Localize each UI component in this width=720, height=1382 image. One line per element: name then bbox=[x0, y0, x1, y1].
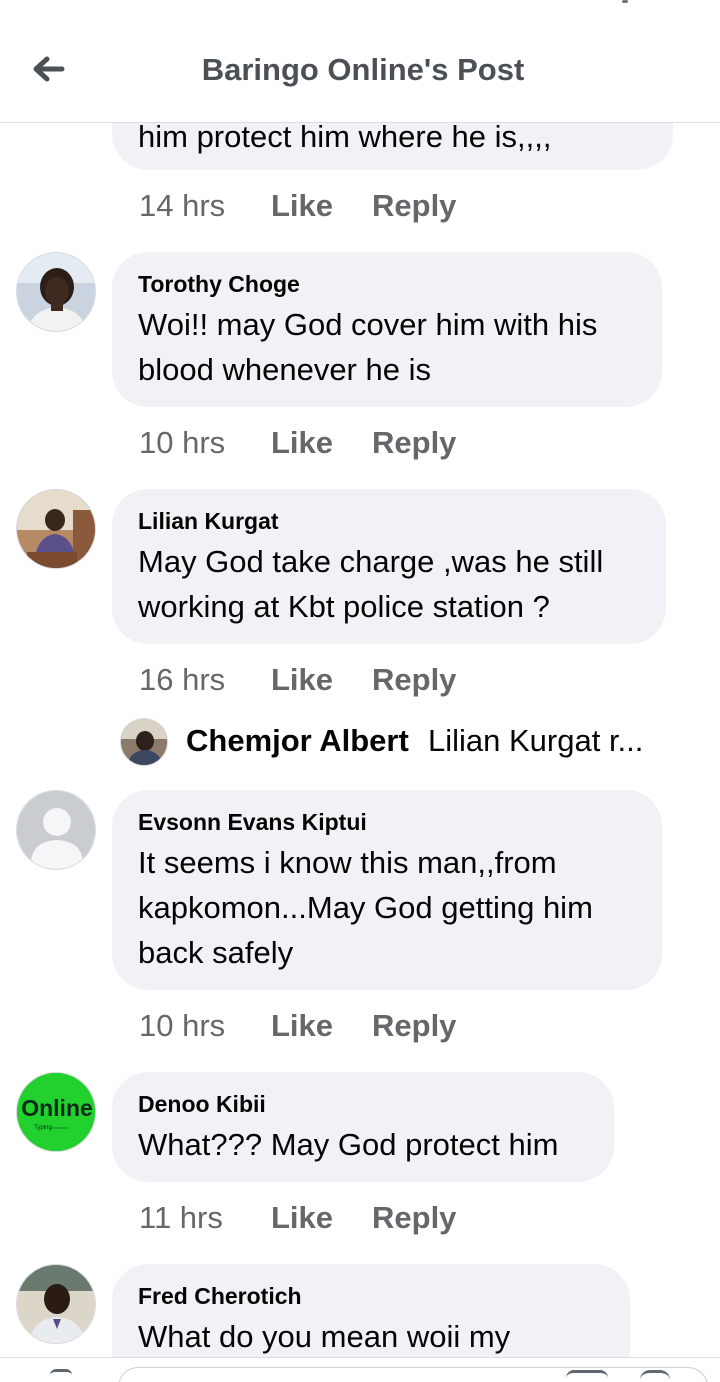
status-indicator bbox=[622, 0, 628, 3]
comment-time[interactable]: 11 hrs bbox=[139, 1198, 223, 1238]
comment-input[interactable] bbox=[118, 1367, 708, 1382]
avatar[interactable] bbox=[16, 489, 96, 569]
comment-text: What do you mean woii my bbox=[138, 1319, 511, 1354]
default-avatar-icon bbox=[17, 791, 95, 869]
avatar-photo-icon bbox=[17, 1265, 95, 1343]
comment-bubble[interactable]: Denoo Kibii What??? May God protect him bbox=[112, 1072, 614, 1182]
avatar-photo-icon bbox=[121, 719, 167, 765]
avatar-logo-text: Online bbox=[21, 1095, 93, 1121]
comment-time[interactable]: 10 hrs bbox=[139, 423, 225, 463]
avatar-photo-icon bbox=[17, 490, 95, 568]
comment-author[interactable]: Evsonn Evans Kiptui bbox=[138, 804, 636, 840]
comment-text: It seems i know this man,,from kapkomon.… bbox=[138, 845, 593, 970]
comment-bubble[interactable]: Torothy Choge Woi!! may God cover him wi… bbox=[112, 252, 662, 407]
comment-author[interactable]: Fred Cherotich bbox=[138, 1278, 604, 1314]
gif-icon[interactable] bbox=[566, 1370, 608, 1380]
reply-button[interactable]: Reply bbox=[372, 423, 456, 463]
avatar[interactable] bbox=[16, 252, 96, 332]
avatar-logo-subtext: Typing bbox=[34, 1125, 52, 1131]
avatar[interactable] bbox=[16, 1264, 96, 1344]
avatar[interactable] bbox=[16, 790, 96, 870]
avatar-photo-icon bbox=[17, 253, 95, 331]
comment-time[interactable]: 16 hrs bbox=[139, 660, 225, 700]
reply-button[interactable]: Reply bbox=[372, 186, 456, 226]
avatar[interactable] bbox=[120, 718, 168, 766]
comment-author[interactable]: Torothy Choge bbox=[138, 266, 636, 302]
page-title: Baringo Online's Post bbox=[201, 52, 525, 87]
reply-snippet: Lilian Kurgat r... bbox=[428, 723, 644, 758]
reply-preview[interactable]: Chemjor Albert Lilian Kurgat r... bbox=[120, 717, 680, 769]
like-button[interactable]: Like bbox=[271, 186, 333, 226]
comment-author[interactable]: Denoo Kibii bbox=[138, 1086, 588, 1122]
like-button[interactable]: Like bbox=[271, 1006, 333, 1046]
emoji-icon[interactable] bbox=[640, 1370, 670, 1380]
like-button[interactable]: Like bbox=[271, 1198, 333, 1238]
avatar[interactable]: Online Typing bbox=[16, 1072, 96, 1152]
like-button[interactable]: Like bbox=[271, 423, 333, 463]
reply-button[interactable]: Reply bbox=[372, 1198, 456, 1238]
comment-author[interactable]: Lilian Kurgat bbox=[138, 503, 640, 539]
comment-composer bbox=[0, 1357, 720, 1382]
reply-author[interactable]: Chemjor Albert bbox=[186, 723, 409, 759]
comment-time[interactable]: 10 hrs bbox=[139, 1006, 225, 1046]
like-button[interactable]: Like bbox=[271, 660, 333, 700]
comment-bubble[interactable]: Lilian Kurgat May God take charge ,was h… bbox=[112, 489, 666, 644]
comments-screen: him protect him where he is,,,, 14 hrs L… bbox=[0, 0, 720, 1382]
comment-text: What??? May God protect him bbox=[138, 1127, 559, 1162]
comments-feed[interactable]: him protect him where he is,,,, 14 hrs L… bbox=[0, 0, 720, 1382]
reply-button[interactable]: Reply bbox=[372, 1006, 456, 1046]
comment-time[interactable]: 14 hrs bbox=[139, 186, 225, 226]
camera-icon[interactable] bbox=[50, 1369, 72, 1377]
comment-bubble[interactable]: Evsonn Evans Kiptui It seems i know this… bbox=[112, 790, 662, 990]
comment-text: May God take charge ,was he still workin… bbox=[138, 544, 604, 624]
reply-button[interactable]: Reply bbox=[372, 660, 456, 700]
top-bar: Baringo Online's Post bbox=[0, 0, 720, 123]
online-typing-logo-icon: Online Typing bbox=[17, 1073, 95, 1151]
comment-text: Woi!! may God cover him with his blood w… bbox=[138, 307, 598, 387]
